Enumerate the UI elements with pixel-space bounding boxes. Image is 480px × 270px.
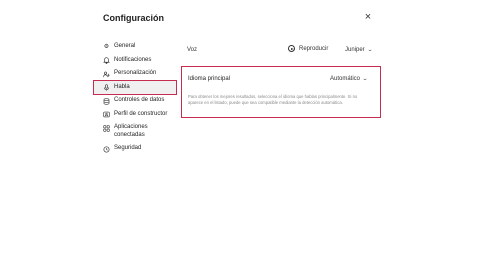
database-icon [103, 97, 110, 105]
nav-item-label: Perfil de constructor [114, 110, 168, 117]
gear-icon: ⚙ [103, 43, 110, 50]
nav-item-connected-apps[interactable]: Aplicaciones conectadas [94, 121, 176, 142]
nav-item-speech[interactable]: Habla [93, 79, 177, 95]
shield-icon [103, 146, 110, 153]
dialog-title: Configuración [103, 13, 164, 23]
settings-nav: ⚙ General Notificaciones Personalización… [93, 40, 177, 156]
close-icon: × [364, 11, 372, 23]
nav-item-general[interactable]: ⚙ General [94, 40, 176, 54]
apps-icon [103, 124, 110, 132]
settings-dialog: Configuración × ⚙ General Notificaciones… [88, 0, 388, 270]
voice-label: Voz [187, 47, 198, 53]
bell-icon [103, 57, 110, 64]
nav-item-label: Seguridad [114, 145, 142, 151]
primary-language-section: Idioma principal Automático ⌄ Para obtene… [181, 66, 381, 118]
nav-item-label: General [114, 43, 136, 49]
play-button[interactable]: Reproducir [288, 45, 328, 52]
microphone-icon [103, 84, 110, 91]
nav-item-security[interactable]: Seguridad [94, 142, 176, 156]
nav-item-data-controls[interactable]: Controles de datos [94, 94, 176, 108]
language-value: Automático [330, 76, 361, 82]
user-card-icon [103, 111, 110, 118]
nav-item-personalization[interactable]: Personalización [94, 67, 176, 81]
personalize-icon [103, 71, 110, 78]
nav-item-label: Notificaciones [114, 56, 152, 63]
nav-item-label: Aplicaciones conectadas [114, 124, 148, 138]
play-label: Reproducir [299, 45, 329, 52]
play-icon [288, 45, 295, 52]
nav-item-label: Personalización [114, 70, 157, 76]
close-button[interactable]: × [362, 10, 374, 24]
language-select[interactable]: Automático ⌄ [330, 76, 369, 82]
nav-item-label: Controles de datos [114, 97, 165, 103]
speech-settings-panel: Voz Reproducir Juniper ⌄ Idioma principal… [181, 40, 381, 118]
language-label: Idioma principal [188, 76, 231, 82]
language-description: Para obtener los mejores resultados, sel… [188, 94, 358, 106]
nav-item-builder-profile[interactable]: Perfil de constructor [94, 108, 176, 122]
chevron-down-icon: ⌄ [366, 47, 373, 53]
nav-item-notifications[interactable]: Notificaciones [94, 54, 176, 68]
chevron-down-icon: ⌄ [362, 76, 369, 82]
nav-item-label: Habla [114, 83, 130, 90]
voice-select[interactable]: Juniper ⌄ [345, 47, 373, 53]
voice-value: Juniper [345, 47, 365, 53]
voice-row: Voz Reproducir Juniper ⌄ [185, 40, 377, 62]
